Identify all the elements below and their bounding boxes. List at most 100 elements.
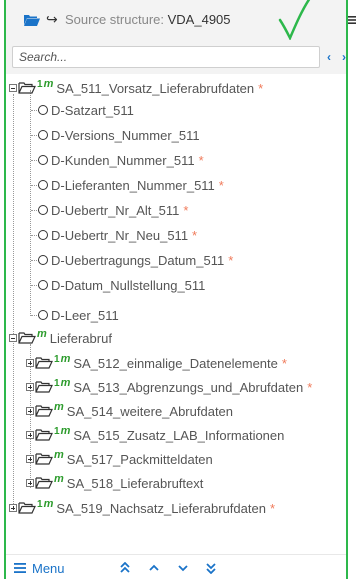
tree-node[interactable]: m SA_517_Packmitteldaten <box>26 448 217 470</box>
double-chevron-down-icon[interactable] <box>206 562 216 574</box>
search-field <box>12 46 320 68</box>
annotation-border-left <box>4 0 6 579</box>
title-value: VDA_4905 <box>167 12 231 27</box>
field-circle-icon <box>38 230 48 240</box>
menu-button[interactable]: Menu <box>32 561 65 576</box>
double-chevron-up-icon[interactable] <box>120 562 130 574</box>
node-label: SA_514_weitere_Abrufdaten <box>66 403 234 419</box>
node-label: SA_513_Abgrenzungs_und_Abrufdaten <box>73 379 304 395</box>
required-marker: * <box>228 252 234 268</box>
required-marker: * <box>192 227 198 243</box>
node-label: SA_517_Packmitteldaten <box>66 451 213 467</box>
search-input[interactable] <box>13 47 319 67</box>
hamburger-icon[interactable] <box>14 562 26 574</box>
title-prefix: Source structure: <box>65 12 164 27</box>
required-marker: * <box>307 379 313 395</box>
tree-leaf[interactable]: D-Uebertr_Nr_Alt_511 * <box>38 199 188 221</box>
expand-toggle-icon[interactable] <box>26 431 34 439</box>
tree-guide <box>13 94 14 506</box>
expand-toggle-icon[interactable] <box>26 455 34 463</box>
expand-toggle-icon[interactable] <box>26 479 34 487</box>
sign-in-icon[interactable]: ↪ <box>46 11 58 28</box>
search-prev-button[interactable]: ‹ <box>327 50 331 64</box>
tree-guide <box>30 90 31 316</box>
tree-node[interactable]: 1m SA_513_Abgrenzungs_und_Abrufdaten * <box>26 376 312 398</box>
cardinality-badge: m <box>54 401 64 413</box>
folder-open-icon <box>35 477 53 489</box>
required-marker: * <box>281 355 287 371</box>
folder-open-icon <box>18 502 36 514</box>
cardinality-badge: m <box>54 473 64 485</box>
node-label: SA_512_einmalige_Datenelemente <box>73 355 278 371</box>
cardinality-badge: 1m <box>54 353 71 365</box>
cardinality-badge: 1m <box>54 425 71 437</box>
search-bar: ‹ › <box>6 40 346 74</box>
tree-node[interactable]: 1m SA_511_Vorsatz_Lieferabrufdaten * <box>9 77 263 99</box>
collapse-toggle-icon[interactable] <box>9 334 17 342</box>
required-marker: * <box>258 80 264 96</box>
cardinality-badge: 1m <box>37 78 54 90</box>
folder-open-icon <box>35 357 53 369</box>
tree-leaf[interactable]: D-Leer_511 <box>38 304 123 326</box>
tree-node[interactable]: 1m SA_512_einmalige_Datenelemente * <box>26 352 287 374</box>
node-label: D-Versions_Nummer_511 <box>51 127 200 143</box>
cardinality-badge: 1m <box>37 498 54 510</box>
field-circle-icon <box>38 255 48 265</box>
node-label: D-Kunden_Nummer_511 <box>51 152 195 168</box>
required-marker: * <box>269 500 275 516</box>
tree-leaf[interactable]: D-Kunden_Nummer_511 * <box>38 149 204 171</box>
node-label: D-Satzart_511 <box>51 102 134 118</box>
structure-tree: 1m SA_511_Vorsatz_Lieferabrufdaten * D-S… <box>6 74 346 539</box>
node-label: D-Leer_511 <box>51 307 119 323</box>
expand-toggle-icon[interactable] <box>26 383 34 391</box>
field-circle-icon <box>38 205 48 215</box>
footer-toolbar: Menu <box>6 554 346 580</box>
node-label: SA_515_Zusatz_LAB_Informationen <box>73 427 285 443</box>
expand-toggle-icon[interactable] <box>9 504 17 512</box>
required-marker: * <box>198 152 204 168</box>
field-circle-icon <box>38 280 48 290</box>
folder-open-icon <box>35 381 53 393</box>
field-circle-icon <box>38 130 48 140</box>
expand-toggle-icon[interactable] <box>26 407 34 415</box>
field-circle-icon <box>38 155 48 165</box>
folder-open-icon <box>24 15 40 26</box>
tree-leaf[interactable]: D-Versions_Nummer_511 <box>38 124 204 146</box>
cardinality-badge: m <box>54 449 64 461</box>
folder-open-icon <box>35 453 53 465</box>
folder-open-icon <box>35 405 53 417</box>
folder-open-icon <box>35 429 53 441</box>
app-panel: ↪ Source structure: VDA_4905 ‹ › <box>0 0 356 580</box>
tree-node[interactable]: 1m SA_519_Nachsatz_Lieferabrufdaten * <box>9 497 275 519</box>
required-marker: * <box>183 202 189 218</box>
annotation-border-right <box>346 0 348 579</box>
expand-toggle-icon[interactable] <box>26 359 34 367</box>
page-title: Source structure: VDA_4905 <box>65 12 231 27</box>
chevron-down-icon[interactable] <box>178 563 188 573</box>
tree-leaf[interactable]: D-Satzart_511 <box>38 99 138 121</box>
cardinality-badge: m <box>37 328 47 340</box>
node-label: D-Lieferanten_Nummer_511 <box>51 177 215 193</box>
node-label: Lieferabruf <box>49 330 112 346</box>
tree-leaf[interactable]: D-Uebertr_Nr_Neu_511 * <box>38 224 197 246</box>
node-label: SA_511_Vorsatz_Lieferabrufdaten <box>56 80 255 96</box>
node-label: D-Datum_Nullstellung_511 <box>51 277 206 293</box>
checkmark-annotation <box>278 0 311 41</box>
tree-node[interactable]: m SA_514_weitere_Abrufdaten <box>26 400 237 422</box>
tree-leaf[interactable]: D-Lieferanten_Nummer_511 * <box>38 174 224 196</box>
collapse-toggle-icon[interactable] <box>9 84 17 92</box>
node-label: D-Uebertr_Nr_Neu_511 <box>51 227 189 243</box>
tree-leaf[interactable]: D-Uebertragungs_Datum_511 * <box>38 249 233 271</box>
field-circle-icon <box>38 105 48 115</box>
tree-node[interactable]: m Lieferabruf <box>9 327 116 349</box>
node-label: SA_518_Lieferabruftext <box>66 475 204 491</box>
tree-node[interactable]: 1m SA_515_Zusatz_LAB_Informationen <box>26 424 288 446</box>
chevron-up-icon[interactable] <box>149 563 159 573</box>
tree-node[interactable]: m SA_518_Lieferabruftext <box>26 472 207 494</box>
cardinality-badge: 1m <box>54 377 71 389</box>
node-label: D-Uebertr_Nr_Alt_511 <box>51 202 180 218</box>
header-bar: ↪ Source structure: VDA_4905 <box>6 0 346 41</box>
folder-open-icon <box>18 82 36 94</box>
hamburger-icon <box>347 16 356 24</box>
tree-leaf[interactable]: D-Datum_Nullstellung_511 <box>38 274 209 296</box>
